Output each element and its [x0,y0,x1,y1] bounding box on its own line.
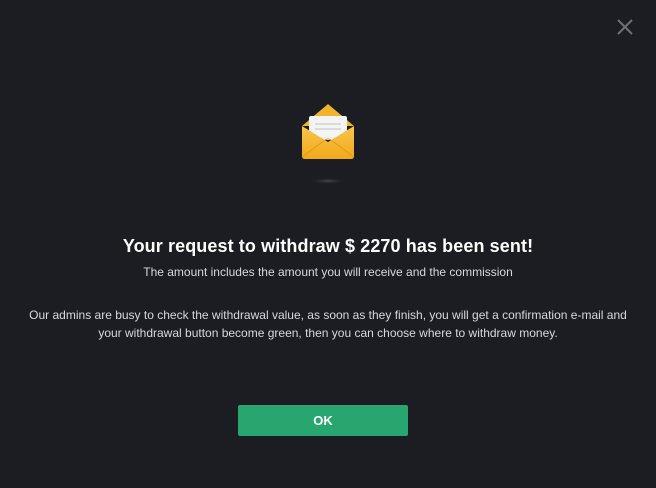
envelope-icon-graphic [301,104,355,184]
dialog-message: Our admins are busy to check the withdra… [29,308,627,340]
dialog-title: Your request to withdraw $ 2270 has been… [122,236,534,256]
ok-button[interactable]: OK [238,405,408,436]
withdraw-success-dialog: Your request to withdraw $ 2270 has been… [0,0,656,488]
dialog-subtitle: The amount includes the amount you will … [143,265,513,279]
close-icon-graphic [617,19,633,35]
close-icon[interactable] [614,16,636,38]
envelope-icon [298,102,358,186]
